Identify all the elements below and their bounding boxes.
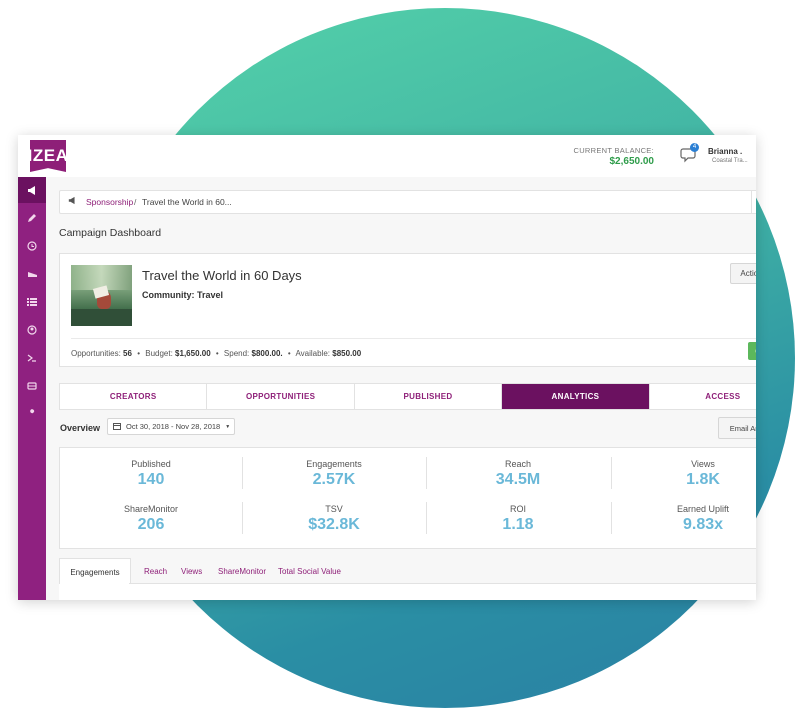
- metric-label: ShareMonitor: [123, 504, 179, 514]
- campaign-community: Community: Travel: [142, 290, 224, 300]
- opportunities-value: 56: [123, 349, 132, 358]
- chart-tabs: Engagements Reach Views ShareMonitor Tot…: [59, 558, 756, 600]
- opportunities-label: Opportunities:: [71, 349, 121, 358]
- metrics-panel: Published 140 Engagements 2.57K Reach 34…: [59, 447, 756, 549]
- actions-dropdown[interactable]: Actions ▼: [730, 263, 756, 284]
- tab-published[interactable]: PUBLISHED: [355, 384, 503, 409]
- campaign-title: Travel the World in 60 Days: [142, 268, 302, 283]
- chart-icon[interactable]: [18, 345, 46, 371]
- notification-badge: 4: [690, 143, 699, 152]
- balance-label: CURRENT BALANCE:: [573, 146, 654, 155]
- divider: [426, 502, 427, 534]
- date-range-value: Oct 30, 2018 - Nov 28, 2018: [126, 422, 221, 431]
- metric-earned-uplift: Earned Uplift 9.83x: [615, 504, 756, 534]
- chart-tab-views[interactable]: Views: [181, 567, 202, 576]
- pencil-icon[interactable]: [18, 205, 46, 231]
- tab-opportunities[interactable]: OPPORTUNITIES: [207, 384, 355, 409]
- metric-label: Reach: [504, 459, 531, 469]
- chart-area: [59, 584, 756, 600]
- chart-tab-engagements[interactable]: Engagements: [59, 558, 131, 585]
- metric-value: 9.83x: [682, 516, 724, 533]
- clock-icon[interactable]: [18, 233, 46, 259]
- breadcrumb: Sponsorship / Travel the World in 60... …: [59, 190, 756, 214]
- spend-value: $800.00.: [251, 349, 283, 358]
- tab-analytics[interactable]: ANALYTICS: [502, 384, 650, 409]
- metric-value: 34.5M: [495, 471, 541, 488]
- list-icon[interactable]: [18, 289, 46, 315]
- metric-published: Published 140: [63, 459, 239, 489]
- metric-label: Engagements: [306, 459, 362, 469]
- app-window: IZEA CURRENT BALANCE: $2,650.00 4 Briann…: [18, 135, 756, 600]
- megaphone-icon[interactable]: [18, 177, 46, 203]
- metric-value: 140: [137, 471, 165, 488]
- user-company: Coastal Tra...: [712, 158, 748, 164]
- user-name[interactable]: Brianna .: [708, 147, 742, 156]
- metric-roi: ROI 1.18: [430, 504, 606, 534]
- breadcrumb-separator: /: [134, 197, 137, 207]
- bullet: •: [215, 349, 219, 358]
- metric-label: ROI: [509, 504, 526, 514]
- main-content: Sponsorship / Travel the World in 60... …: [46, 177, 756, 600]
- budget-value: $1,650.00: [175, 349, 211, 358]
- metric-value: 2.57K: [312, 471, 356, 488]
- chart-tab-sharemonitor[interactable]: ShareMonitor: [218, 567, 266, 576]
- metric-reach: Reach 34.5M: [430, 459, 606, 489]
- metric-value: $32.8K: [308, 516, 360, 533]
- help-icon[interactable]: ?: [751, 191, 756, 213]
- metric-value: 206: [137, 516, 165, 533]
- chart-tab-reach[interactable]: Reach: [144, 567, 167, 576]
- divider: [611, 457, 612, 489]
- campaign-stats: Opportunities: 56 • Budget: $1,650.00 • …: [71, 349, 361, 358]
- actions-label: Actions: [740, 269, 756, 278]
- archive-icon[interactable]: [18, 373, 46, 399]
- metric-value: 1.18: [502, 516, 534, 533]
- balance-value: $2,650.00: [609, 156, 655, 167]
- bullet: •: [287, 349, 291, 358]
- user-circle-icon[interactable]: [18, 317, 46, 343]
- breadcrumb-current: Travel the World in 60...: [142, 197, 232, 207]
- metric-value: 1.8K: [686, 471, 720, 488]
- available-label: Available:: [295, 349, 331, 358]
- metric-label: Published: [131, 459, 171, 469]
- wrench-icon[interactable]: [18, 401, 46, 427]
- campaign-image: [71, 265, 132, 326]
- shoe-icon[interactable]: [18, 261, 46, 287]
- top-bar: IZEA CURRENT BALANCE: $2,650.00 4 Briann…: [18, 135, 756, 178]
- metric-label: TSV: [325, 504, 343, 514]
- tab-access[interactable]: ACCESS: [650, 384, 756, 409]
- breadcrumb-link-sponsorship[interactable]: Sponsorship: [86, 197, 133, 207]
- calendar-icon: [113, 422, 121, 432]
- divider: [611, 502, 612, 534]
- izea-logo[interactable]: IZEA: [30, 140, 66, 172]
- page-title: Campaign Dashboard: [59, 227, 162, 239]
- campaign-tabs: CREATORS OPPORTUNITIES PUBLISHED ANALYTI…: [59, 383, 756, 410]
- divider: [242, 457, 243, 489]
- divider: [242, 502, 243, 534]
- metric-label: Views: [691, 459, 715, 469]
- divider: [71, 338, 756, 339]
- sidebar: [18, 177, 46, 600]
- campaign-card: Travel the World in 60 Days Community: T…: [59, 253, 756, 367]
- caret-down-icon: ▼: [225, 423, 231, 430]
- bullet: •: [137, 349, 140, 358]
- megaphone-icon: [68, 196, 77, 207]
- open-status-button[interactable]: Open: [748, 342, 756, 360]
- chart-tab-total-social-value[interactable]: Total Social Value: [278, 567, 341, 576]
- metric-engagements: Engagements 2.57K: [246, 459, 422, 489]
- budget-label: Budget:: [145, 349, 173, 358]
- metric-tsv: TSV $32.8K: [246, 504, 422, 534]
- email-analytics-button[interactable]: Email Analytics: [718, 417, 756, 439]
- date-range-picker[interactable]: Oct 30, 2018 - Nov 28, 2018 ▼: [107, 418, 235, 435]
- available-value: $850.00: [332, 349, 362, 358]
- metric-label: Earned Uplift: [676, 504, 730, 514]
- metric-views: Views 1.8K: [615, 459, 756, 489]
- metric-sharemonitor: ShareMonitor 206: [63, 504, 239, 534]
- tab-creators[interactable]: CREATORS: [60, 384, 208, 409]
- divider: [426, 457, 427, 489]
- overview-label: Overview: [60, 423, 101, 433]
- spend-label: Spend:: [223, 349, 250, 358]
